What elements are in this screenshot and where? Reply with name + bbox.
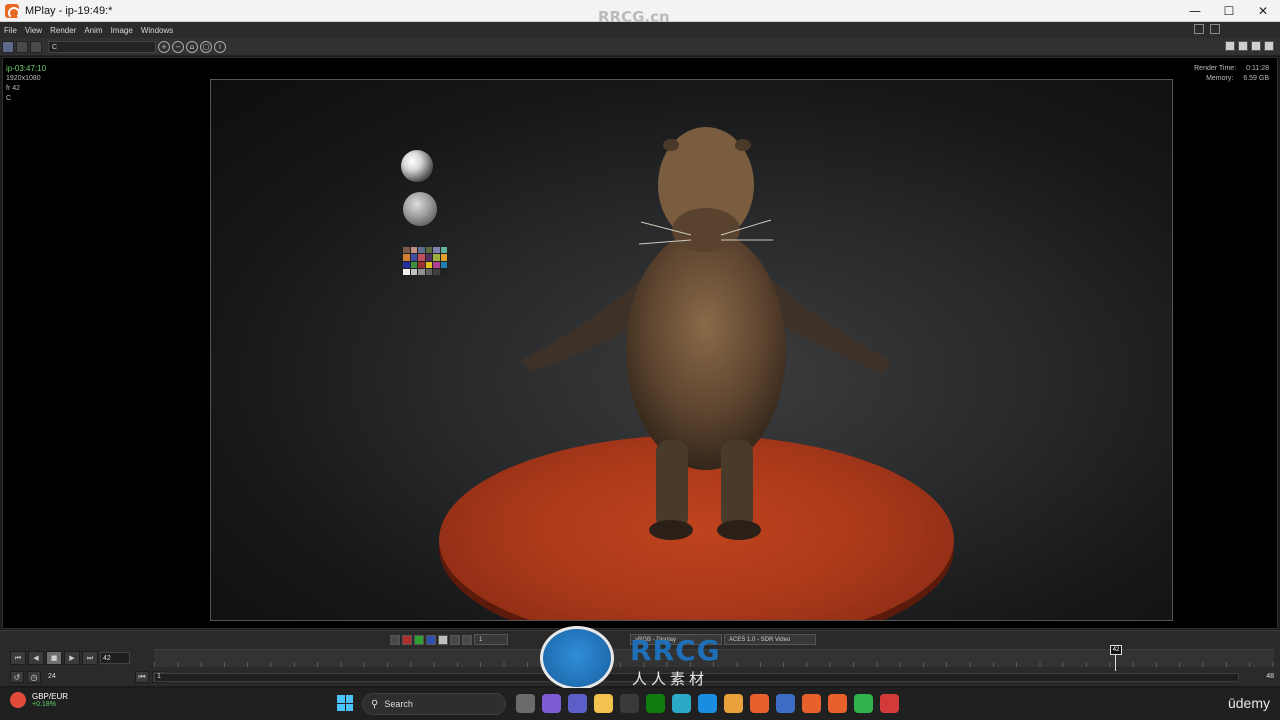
realtime-icon[interactable]: ◷: [27, 671, 41, 683]
hud-frame: fr 42: [6, 85, 21, 92]
houdini-2-icon[interactable]: [802, 694, 821, 713]
play-reverse-icon[interactable]: ◀: [28, 651, 44, 665]
ticker-icon: [10, 692, 26, 708]
recorder-icon[interactable]: [880, 694, 899, 713]
alpha-channel-icon[interactable]: [438, 634, 448, 645]
hud-resolution: 1920x1080: [6, 75, 41, 82]
rrcg-watermark-logo: RRCG 人人素材: [540, 624, 740, 694]
render-time-label: Render Time:: [1194, 65, 1237, 72]
zoom-out-icon[interactable]: −: [172, 40, 184, 53]
hud-channel: C: [6, 95, 12, 102]
menu-anim[interactable]: Anim: [80, 26, 106, 35]
display-options-icon[interactable]: [1251, 41, 1261, 51]
udemy-brand: ūdemy: [1227, 695, 1270, 711]
grid-icon[interactable]: [1238, 41, 1248, 51]
mplay-app-icon: [5, 3, 20, 19]
windows-start-icon[interactable]: [337, 695, 353, 711]
menu-windows[interactable]: Windows: [137, 26, 177, 35]
hud-image-name: ip-03:47:10: [6, 64, 47, 73]
memory-label: Memory:: [1206, 75, 1234, 82]
copilot-icon[interactable]: [542, 694, 561, 713]
fit-icon[interactable]: ▢: [200, 40, 212, 53]
step-back-icon[interactable]: ⏮: [135, 671, 149, 683]
windows-taskbar: GBP/EUR +0.18% ⚲ Search ūdemy: [0, 688, 1280, 720]
pane-split-icon[interactable]: [1194, 24, 1204, 34]
window-title: MPlay - ip-19:49:*: [25, 4, 113, 17]
capybara-character: [521, 127, 891, 540]
teams-icon[interactable]: [568, 694, 587, 713]
timeline-cursor[interactable]: 42: [1110, 645, 1122, 655]
ticker-change: +0.18%: [32, 701, 56, 708]
chrome-ball: [401, 150, 433, 182]
go-to-end-icon[interactable]: ⏭: [82, 651, 98, 665]
image-viewport[interactable]: ip-03:47:10 1920x1080 fr 42 C Render Tim…: [2, 57, 1278, 629]
ticker-widget[interactable]: GBP/EUR +0.18%: [10, 692, 68, 708]
watermark-top-text: RRCG.cn: [598, 8, 670, 26]
app-cube-icon[interactable]: [672, 694, 691, 713]
ticker-label: GBP/EUR: [32, 692, 69, 701]
channel-select[interactable]: C: [48, 40, 156, 53]
file-explorer-icon[interactable]: [594, 694, 613, 713]
rrcg-emblem-icon: [540, 626, 614, 690]
layout-icon[interactable]: [1225, 41, 1235, 51]
xbox-icon[interactable]: [646, 694, 665, 713]
timeline-cursor-line: [1115, 655, 1116, 671]
chrome-icon[interactable]: [724, 694, 743, 713]
current-frame-field[interactable]: 42: [100, 652, 130, 664]
edge-icon[interactable]: [698, 694, 717, 713]
pane-float-icon[interactable]: [1210, 24, 1220, 34]
view-mode-single-button[interactable]: [2, 40, 14, 53]
menu-file[interactable]: File: [0, 26, 21, 35]
play-forward-icon[interactable]: ▶: [64, 651, 80, 665]
render-time-value: 0:11:28: [1246, 65, 1269, 72]
view-mode-flipbook-button[interactable]: [30, 40, 42, 53]
menu-view[interactable]: View: [21, 26, 46, 35]
watermark-logo-sub: 人人素材: [632, 670, 709, 688]
maximize-icon[interactable]: ☐: [1212, 0, 1246, 22]
fps-field[interactable]: 24: [44, 671, 72, 683]
search-label: Search: [384, 699, 413, 709]
gamma-field[interactable]: 1: [474, 634, 508, 645]
range-end: 48: [1266, 673, 1274, 680]
loop-icon[interactable]: ↺: [10, 671, 24, 683]
menu-image[interactable]: Image: [107, 26, 137, 35]
viewer-toolbar: C + − ⌂ ▢ i: [0, 38, 1280, 56]
playback-options-row: ↺ ◷ 24 ⏮ ⏭: [10, 671, 166, 683]
store-icon[interactable]: [620, 694, 639, 713]
task-view-icon[interactable]: [516, 694, 535, 713]
minimize-icon[interactable]: —: [1178, 0, 1212, 22]
taskbar-search[interactable]: ⚲ Search: [362, 693, 506, 715]
hud-image-info: ip-03:47:10 1920x1080 fr 42 C: [6, 64, 46, 104]
blue-channel-icon[interactable]: [426, 634, 436, 645]
go-to-start-icon[interactable]: ⏮: [10, 651, 26, 665]
info-icon[interactable]: i: [214, 40, 226, 53]
settings-icon[interactable]: [1264, 41, 1274, 51]
stop-icon[interactable]: ■: [46, 651, 62, 665]
memory-value: 6.59 GB: [1243, 75, 1269, 82]
search-icon: ⚲: [371, 698, 379, 710]
transport-controls: ⏮ ◀ ■ ▶ ⏭: [10, 651, 98, 665]
close-icon[interactable]: ✕: [1246, 0, 1280, 22]
zoom-in-icon[interactable]: +: [158, 40, 170, 53]
home-icon[interactable]: ⌂: [186, 40, 198, 53]
view-mode-compare-button[interactable]: [16, 40, 28, 53]
watermark-logo-text: RRCG: [630, 634, 721, 667]
display-toggle-icon[interactable]: [390, 634, 400, 645]
app-a-icon[interactable]: [776, 694, 795, 713]
houdini-3-icon[interactable]: [828, 694, 847, 713]
hud-render-stats: Render Time: 0:11:28 Memory: 6.59 GB: [1194, 64, 1269, 84]
taskbar-apps: [516, 694, 899, 713]
houdini-icon[interactable]: [750, 694, 769, 713]
gamma-decrease-icon[interactable]: [462, 634, 472, 645]
range-start: 1: [157, 673, 161, 680]
gamma-icon[interactable]: [450, 634, 460, 645]
green-channel-icon[interactable]: [414, 634, 424, 645]
camtasia-icon[interactable]: [854, 694, 873, 713]
mplay-window: MPlay - ip-19:49:* — ☐ ✕ File View Rende…: [0, 0, 1280, 720]
rendered-image: [210, 79, 1173, 621]
red-channel-icon[interactable]: [402, 634, 412, 645]
color-checker: [402, 246, 448, 276]
grey-ball: [403, 192, 437, 226]
menu-render[interactable]: Render: [46, 26, 80, 35]
